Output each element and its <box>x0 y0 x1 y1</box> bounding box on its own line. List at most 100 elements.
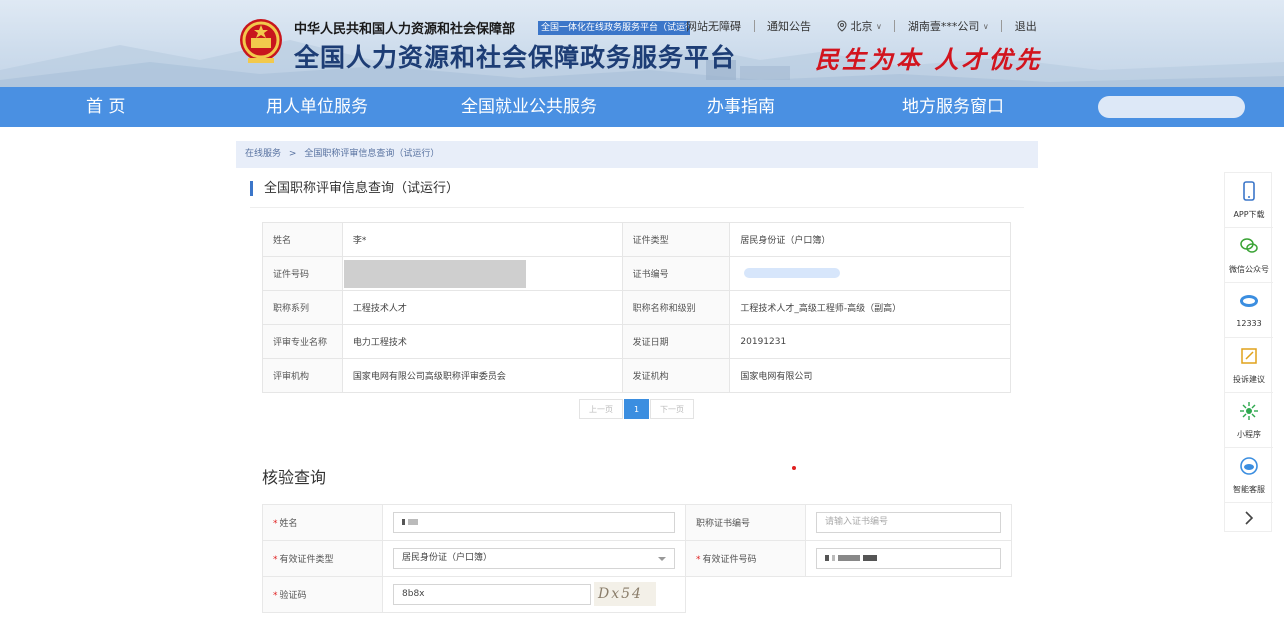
table-key: 发证日期 <box>621 324 731 359</box>
table-key: 发证机构 <box>621 358 731 393</box>
wechat-icon <box>1240 238 1258 253</box>
chevron-down-icon: ∨ <box>982 21 989 31</box>
id-type-select[interactable]: 居民身份证（户口簿） <box>393 548 675 569</box>
table-key: 评审机构 <box>262 358 343 393</box>
sidebar-expand-button[interactable] <box>1225 503 1273 533</box>
table-row: 证件号码 证书编号 <box>262 256 1011 291</box>
headset-icon <box>1240 457 1258 475</box>
table-value: 李* <box>341 222 623 257</box>
form-label: * 有效证件类型 <box>262 540 383 577</box>
national-emblem-icon <box>240 19 282 63</box>
table-row: 职称系列 工程技术人才 职称名称和级别 工程技术人才_高级工程师-高级（副高） <box>262 290 1011 325</box>
form-cell: 居民身份证（户口簿） <box>382 540 686 577</box>
redacted-cert-number <box>744 268 841 279</box>
breadcrumb-current: 全国职称评审信息查询（试运行） <box>304 149 440 159</box>
table-row: 评审机构 国家电网有限公司高级职称评审委员会 发证机构 国家电网有限公司 <box>262 358 1011 393</box>
table-key: 证件类型 <box>621 222 731 257</box>
table-value: 居民身份证（户口簿） <box>729 222 1011 257</box>
sidebar-item-label: 智能客服 <box>1233 485 1265 494</box>
chevron-down-icon: ∨ <box>876 21 882 31</box>
nav-employment-services[interactable]: 全国就业公共服务 <box>461 87 597 127</box>
redacted-id-number <box>343 259 526 288</box>
notice-link[interactable]: 通知公告 <box>767 18 811 34</box>
table-key: 证书编号 <box>621 256 731 291</box>
sidebar-item-label: 小程序 <box>1237 430 1261 439</box>
nav-local-windows[interactable]: 地方服务窗口 <box>902 87 1004 127</box>
company-selector[interactable]: 湖南壹***公司 ∨ <box>908 18 989 34</box>
divider <box>250 207 1024 208</box>
id-number-input[interactable] <box>816 548 1001 569</box>
table-value: 电力工程技术 <box>341 324 623 359</box>
sidebar-item-mini-program[interactable]: 小程序 <box>1225 393 1273 448</box>
result-table: 姓名 李* 证件类型 居民身份证（户口簿） 证件号码 证书编号 职称系列 工程技… <box>262 222 1011 393</box>
required-mark: * <box>273 519 278 529</box>
sidebar-item-label: 微信公众号 <box>1229 265 1269 274</box>
captcha-image[interactable]: Dx54 <box>594 582 656 606</box>
name-input[interactable] <box>393 512 675 533</box>
company-label: 湖南壹***公司 <box>907 20 980 33</box>
captcha-label: 验证码 <box>279 591 307 601</box>
search-input[interactable] <box>1098 96 1245 118</box>
phone-icon <box>1243 181 1255 201</box>
divider <box>753 20 755 32</box>
sidebar-item-feedback[interactable]: 投诉建议 <box>1225 338 1273 393</box>
location-pin-icon <box>837 20 847 32</box>
form-row: * 姓名 职称证书编号 请输入证书编号 <box>262 504 1012 541</box>
breadcrumb-separator: > <box>288 149 297 159</box>
table-value: 工程技术人才 <box>341 290 623 325</box>
table-value: 工程技术人才_高级工程师-高级（副高） <box>729 290 1011 325</box>
site-header: 中华人民共和国人力资源和社会保障部 全国一体化在线政务服务平台（试运行） 全国人… <box>0 0 1284 87</box>
table-value <box>341 256 623 291</box>
sidebar-item-label: 投诉建议 <box>1233 375 1265 384</box>
breadcrumb-home[interactable]: 在线服务 <box>245 149 281 159</box>
edit-icon <box>1241 348 1257 364</box>
accessibility-link[interactable]: 网站无障碍 <box>686 18 741 34</box>
chevron-down-icon <box>658 557 666 561</box>
page-1-button[interactable]: 1 <box>624 399 649 419</box>
table-value: 国家电网有限公司 <box>729 358 1011 393</box>
form-label: 职称证书编号 <box>685 504 806 541</box>
form-label: * 验证码 <box>262 576 383 613</box>
name-label: 姓名 <box>279 519 298 529</box>
table-value: 20191231 <box>729 324 1011 359</box>
cert-number-input[interactable]: 请输入证书编号 <box>816 512 1001 533</box>
sidebar-item-wechat[interactable]: 微信公众号 <box>1225 228 1273 283</box>
table-key: 姓名 <box>262 222 343 257</box>
table-key: 职称系列 <box>262 290 343 325</box>
required-mark: * <box>273 591 278 601</box>
verify-title: 核验查询 <box>262 468 327 487</box>
top-links: 网站无障碍 通知公告 北京 ∨ 湖南壹***公司 ∨ 退出 <box>686 18 1037 34</box>
main-nav: 首 页 用人单位服务 全国就业公共服务 办事指南 地方服务窗口 <box>0 87 1284 127</box>
nav-employer-services[interactable]: 用人单位服务 <box>266 87 368 127</box>
result-title: 全国职称评审信息查询（试运行） <box>250 181 459 196</box>
chevron-right-icon <box>1245 511 1254 525</box>
org-tag: 全国一体化在线政务服务平台（试运行） <box>538 21 690 35</box>
hotline-icon <box>1240 295 1258 307</box>
id-number-label: 有效证件号码 <box>702 555 757 565</box>
table-key: 评审专业名称 <box>262 324 343 359</box>
logout-link[interactable]: 退出 <box>1015 18 1037 34</box>
location-label: 北京 <box>850 20 873 33</box>
sidebar-item-hotline[interactable]: 12333 <box>1225 283 1273 338</box>
form-cell <box>805 540 1012 577</box>
id-type-label: 有效证件类型 <box>279 555 334 565</box>
required-mark: * <box>696 555 701 565</box>
nav-guide[interactable]: 办事指南 <box>707 87 775 127</box>
form-cell <box>382 504 686 541</box>
sidebar-item-support[interactable]: 智能客服 <box>1225 448 1273 503</box>
captcha-input[interactable]: 8b8x <box>393 584 591 605</box>
location-selector[interactable]: 北京 ∨ <box>837 18 882 34</box>
sidebar-item-app[interactable]: APP下载 <box>1225 173 1273 228</box>
table-key: 证件号码 <box>262 256 343 291</box>
prev-page-button[interactable]: 上一页 <box>579 399 623 419</box>
nav-home[interactable]: 首 页 <box>86 87 125 127</box>
table-value <box>729 256 1011 291</box>
sidebar-item-label: APP下载 <box>1233 210 1265 219</box>
form-label: * 有效证件号码 <box>685 540 806 577</box>
id-type-value: 居民身份证（户口簿） <box>402 553 493 563</box>
red-dot <box>792 466 796 470</box>
next-page-button[interactable]: 下一页 <box>650 399 694 419</box>
form-cell: 请输入证书编号 <box>805 504 1012 541</box>
table-value: 国家电网有限公司高级职称评审委员会 <box>341 358 623 393</box>
table-key: 职称名称和级别 <box>621 290 731 325</box>
